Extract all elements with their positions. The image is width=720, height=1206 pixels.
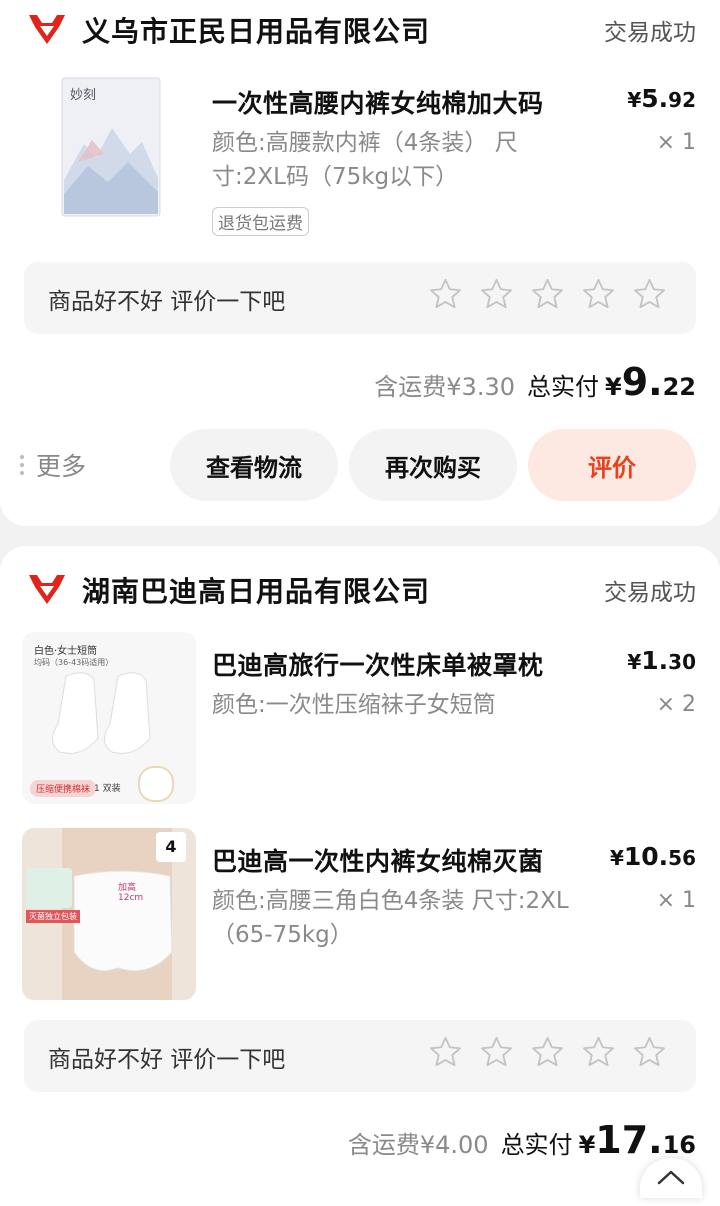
total-amount: 17. [595, 1118, 663, 1162]
shop-name[interactable]: 湖南巴迪高日用品有限公司 [82, 570, 430, 610]
order-status: 交易成功 [604, 20, 696, 46]
product-quantity: × 1 [656, 130, 696, 155]
product-spec: 颜色:高腰三角白色4条装 尺寸:2XL（65-75kg） [212, 888, 569, 948]
thumb-badge: 灭菌独立包装 [26, 910, 80, 923]
review-button[interactable]: 评价 [528, 429, 696, 501]
product-title[interactable]: 巴迪高旅行一次性床单被罩枕 [212, 646, 544, 682]
total-label: 总实付 [500, 1131, 573, 1159]
order-status: 交易成功 [604, 580, 696, 606]
thumb-sublabel: 均码（36-43码适用） [34, 658, 114, 667]
star-outline-icon[interactable] [529, 276, 566, 313]
total-amount-decimal: 16 [662, 1131, 696, 1159]
product-quantity: × 1 [656, 888, 696, 913]
thumb-count: 1 双装 [94, 784, 121, 794]
product-title[interactable]: 一次性高腰内裤女纯棉加大码 [212, 84, 544, 120]
product-spec: 颜色:一次性压缩袜子女短筒 [212, 692, 496, 718]
shipping-fee: 含运费¥3.30 [374, 373, 515, 401]
more-menu[interactable]: 更多 [20, 447, 86, 483]
star-outline-icon[interactable] [631, 1034, 668, 1071]
product-price: ¥10.56 [609, 842, 696, 871]
star-outline-icon[interactable] [580, 1034, 617, 1071]
star-outline-icon[interactable] [529, 1034, 566, 1071]
product-box-image [61, 77, 161, 217]
star-outline-icon[interactable] [427, 1034, 464, 1071]
thumb-seal-icon [138, 766, 174, 802]
total-amount: 9. [621, 360, 663, 404]
order-card: 义乌市正民日用品有限公司 交易成功 妙刻 一次性高腰内裤女纯棉加大码 ¥5.92… [0, 0, 720, 526]
shop-bull-logo-icon [29, 575, 65, 604]
total-currency: ¥ [605, 373, 622, 401]
more-dots-icon [20, 455, 24, 475]
thumb-label: 白色·女士短筒 [34, 646, 98, 657]
rating-stars[interactable] [427, 1034, 668, 1071]
rating-stars[interactable] [427, 276, 668, 313]
product-thumbnail[interactable]: 妙刻 [38, 70, 178, 220]
review-prompt-box[interactable]: 商品好不好 评价一下吧 [24, 262, 696, 334]
product-price: ¥1.30 [627, 646, 696, 675]
thumb-pack-icon [26, 868, 72, 908]
order-card: 湖南巴迪高日用品有限公司 交易成功 白色·女士短筒 均码（36-43码适用） 压… [0, 546, 720, 1206]
review-prompt-box[interactable]: 商品好不好 评价一下吧 [24, 1020, 696, 1092]
free-return-tag: 退货包运费 [212, 207, 309, 236]
thumb-count: 4 [156, 832, 186, 862]
shop-header[interactable]: 义乌市正民日用品有限公司 交易成功 [0, 0, 720, 60]
product-spec: 颜色:高腰款内裤（4条装） 尺寸:2XL码（75kg以下） [212, 130, 518, 190]
thumb-badge: 压缩便携棉袜 [30, 780, 97, 797]
shop-header[interactable]: 湖南巴迪高日用品有限公司 交易成功 [0, 560, 720, 620]
thumb-band: 加高 12cm [118, 883, 144, 903]
total-amount-decimal: 22 [662, 373, 696, 401]
star-outline-icon[interactable] [580, 276, 617, 313]
star-outline-icon[interactable] [478, 1034, 515, 1071]
chevron-up-icon [657, 1170, 685, 1185]
shop-bull-logo-icon [29, 15, 65, 44]
shop-name[interactable]: 义乌市正民日用品有限公司 [82, 10, 430, 50]
review-prompt: 商品好不好 评价一下吧 [48, 289, 286, 315]
review-prompt: 商品好不好 评价一下吧 [48, 1047, 286, 1073]
star-outline-icon[interactable] [631, 276, 668, 313]
socks-image [52, 672, 151, 754]
buy-again-button[interactable]: 再次购买 [349, 429, 517, 501]
view-logistics-button[interactable]: 查看物流 [170, 429, 338, 501]
order-total-row: 含运费¥4.00 总实付 ¥ 17. 16 [348, 1118, 696, 1162]
total-currency: ¥ [578, 1131, 596, 1159]
product-price: ¥5.92 [627, 84, 696, 113]
star-outline-icon[interactable] [427, 276, 464, 313]
total-label: 总实付 [527, 373, 599, 401]
thumb-brand: 妙刻 [70, 88, 97, 103]
product-thumbnail[interactable]: 4 加高 12cm 灭菌独立包装 [22, 828, 196, 1000]
more-label: 更多 [36, 452, 87, 481]
shipping-fee: 含运费¥4.00 [347, 1131, 489, 1159]
product-quantity: × 2 [656, 692, 696, 717]
product-title[interactable]: 巴迪高一次性内裤女纯棉灭菌 [212, 842, 544, 878]
order-total-row: 含运费¥3.30 总实付 ¥ 9. 22 [374, 360, 696, 404]
star-outline-icon[interactable] [478, 276, 515, 313]
product-thumbnail[interactable]: 白色·女士短筒 均码（36-43码适用） 压缩便携棉袜 1 双装 [22, 632, 196, 804]
